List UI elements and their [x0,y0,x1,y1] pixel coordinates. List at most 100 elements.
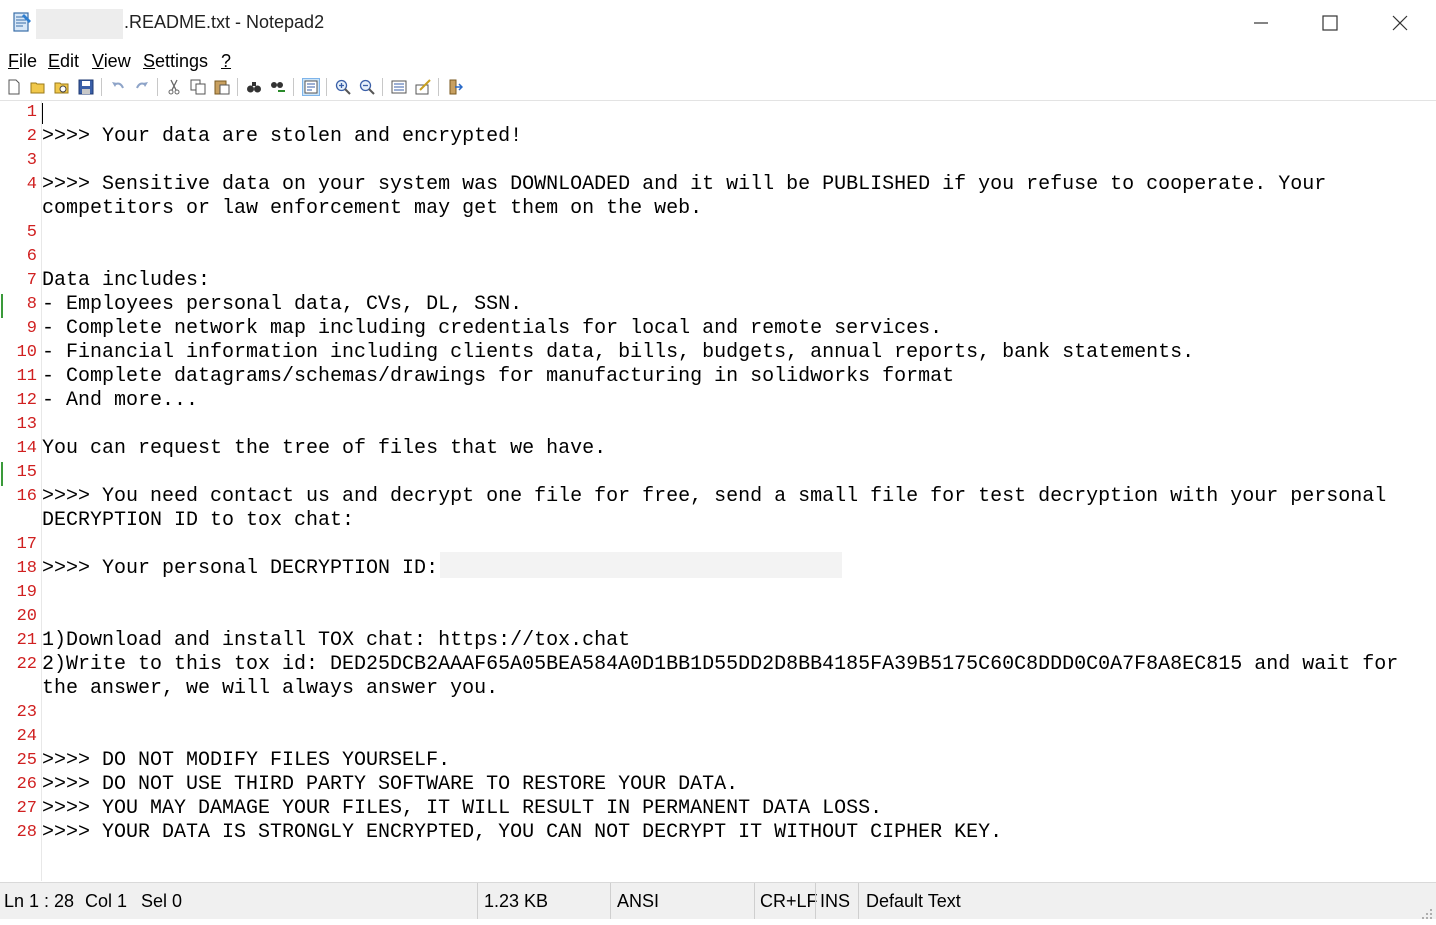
status-separator [754,883,755,919]
text-line: >>>> DO NOT USE THIRD PARTY SOFTWARE TO … [42,773,739,796]
undo-icon[interactable] [110,79,126,95]
line-number-gutter: 1 2 3 4 5 6 7 8 9 10 11 12 13 14 15 16 1… [0,101,42,881]
line-number: 2 [26,127,37,146]
text-line: 2)Write to this tox id: DED25DCB2AAAF65A… [42,653,1399,676]
toolbar [0,74,1436,101]
status-column: Col 1 [85,891,128,911]
line-number: 15 [16,463,37,482]
text-line: 1)Download and install TOX chat: https:/… [42,629,631,652]
status-separator [477,883,478,919]
customize-scheme-icon[interactable] [415,79,431,95]
browse-icon[interactable] [54,79,70,95]
text-caret [42,103,43,124]
text-line: competitors or law enforcement may get t… [42,197,703,220]
redacted-filename [36,9,123,39]
status-insert-mode[interactable]: INS [820,891,850,912]
line-number: 7 [26,271,37,290]
status-encoding[interactable]: ANSI [617,891,659,912]
maximize-button[interactable] [1296,0,1364,46]
status-bar: Ln 1 : 28 Col 1 Sel 0 1.23 KB ANSI CR+LF… [0,882,1436,919]
line-number: 8 [26,295,37,314]
toolbar-separator [237,78,238,96]
text-line: - Complete network map including credent… [42,317,943,340]
line-number: 16 [16,487,37,506]
new-icon[interactable] [6,79,22,95]
text-line: >>>> You need contact us and decrypt one… [42,485,1387,508]
text-editor[interactable]: 1 2 3 4 5 6 7 8 9 10 11 12 13 14 15 16 1… [0,101,1436,881]
maximize-icon [1322,15,1338,31]
paste-icon[interactable] [214,79,230,95]
status-file-size: 1.23 KB [484,891,549,911]
line-number: 28 [16,823,37,842]
word-wrap-icon[interactable] [302,78,320,96]
toolbar-separator [101,78,102,96]
line-number: 26 [16,775,37,794]
notepad-app-icon[interactable] [12,11,32,33]
menu-settings[interactable]: Settings [143,51,208,72]
text-line: >>>> YOU MAY DAMAGE YOUR FILES, IT WILL … [42,797,883,820]
line-number: 4 [26,175,37,194]
zoom-out-icon[interactable] [359,79,375,95]
cut-icon[interactable] [166,79,182,95]
text-line: >>>> YOUR DATA IS STRONGLY ENCRYPTED, YO… [42,821,1003,844]
window-title: .README.txt - Notepad2 [124,12,325,32]
line-number: 3 [26,151,37,170]
line-number: 24 [16,727,37,746]
line-number: 18 [16,559,37,578]
change-marker [1,294,3,318]
text-line: >>>> Your personal DECRYPTION ID: [42,557,439,580]
line-number: 27 [16,799,37,818]
toolbar-separator [326,78,327,96]
redo-icon[interactable] [134,79,150,95]
minimize-button[interactable] [1227,0,1295,46]
toolbar-separator [382,78,383,96]
title-bar[interactable]: .README.txt - Notepad2 [0,0,1436,46]
line-number: 10 [16,343,37,362]
line-number: 25 [16,751,37,770]
text-line: - And more... [42,389,199,412]
exit-icon[interactable] [447,79,463,95]
line-number: 1 [26,103,37,122]
menu-help[interactable]: ? [221,51,231,72]
status-scheme[interactable]: Default Text [866,891,961,912]
line-number: 20 [16,607,37,626]
text-line: >>>> DO NOT MODIFY FILES YOURSELF. [42,749,451,772]
zoom-in-icon[interactable] [335,79,351,95]
text-line: - Financial information including client… [42,341,1195,364]
line-number: 12 [16,391,37,410]
text-line: You can request the tree of files that w… [42,437,607,460]
line-number: 19 [16,583,37,602]
open-icon[interactable] [30,79,46,95]
line-number: 22 [16,655,37,674]
text-line: DECRYPTION ID to tox chat: [42,509,355,532]
close-button[interactable] [1366,0,1434,46]
status-separator [858,883,859,919]
menu-edit[interactable]: Edit [48,51,79,72]
find-icon[interactable] [246,79,262,95]
line-number: 23 [16,703,37,722]
status-line-endings[interactable]: CR+LF [760,891,818,912]
minimize-icon [1254,22,1268,24]
line-number: 13 [16,415,37,434]
line-number: 6 [26,247,37,266]
menu-view[interactable]: View [92,51,131,72]
replace-icon[interactable] [270,79,286,95]
close-icon [1392,15,1408,31]
resize-grip-icon[interactable] [1421,904,1433,919]
status-separator [610,883,611,919]
line-number: 14 [16,439,37,458]
toolbar-separator [293,78,294,96]
text-line: Data includes: [42,269,211,292]
line-number: 9 [26,319,37,338]
save-icon[interactable] [78,79,94,95]
toolbar-separator [438,78,439,96]
status-selection: Sel 0 [141,891,183,911]
menu-file[interactable]: File [8,51,37,72]
line-number: 5 [26,223,37,242]
text-line: - Complete datagrams/schemas/drawings fo… [42,365,955,388]
select-scheme-icon[interactable] [391,79,407,95]
text-line: >>>> Sensitive data on your system was D… [42,173,1327,196]
line-number: 17 [16,535,37,554]
line-number: 21 [16,631,37,650]
copy-icon[interactable] [190,79,206,95]
